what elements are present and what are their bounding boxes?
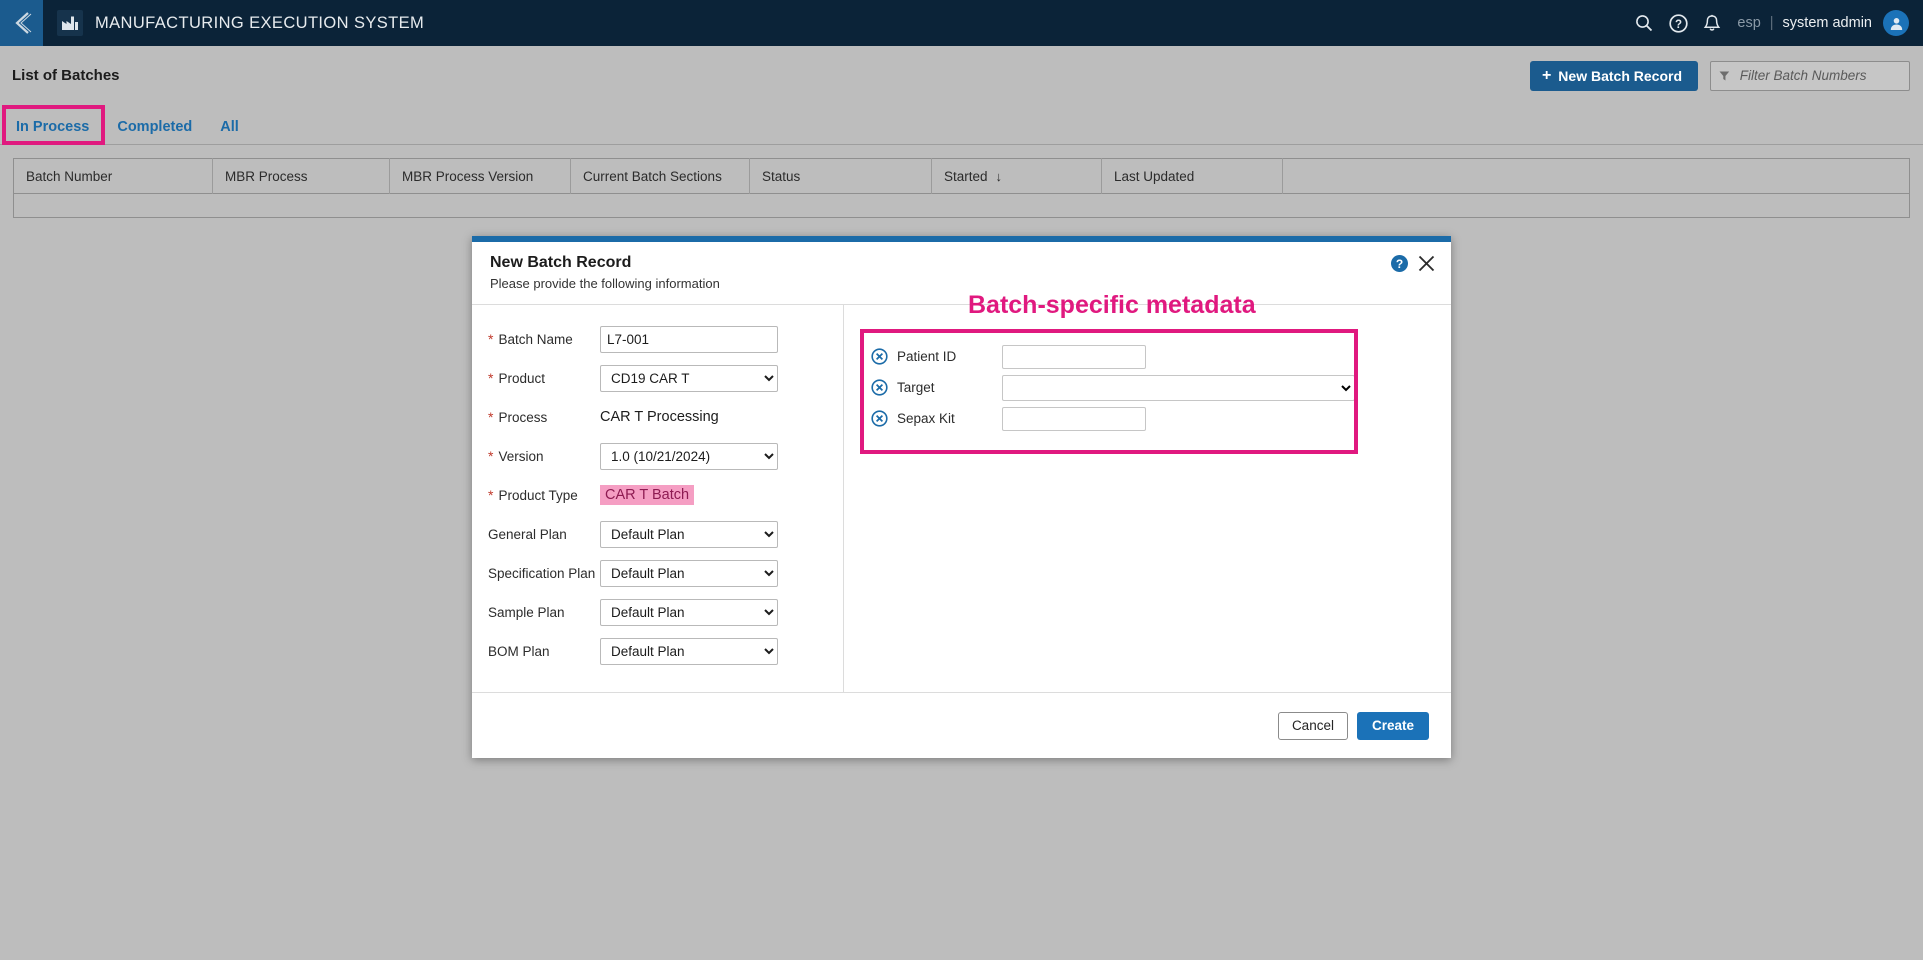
metadata-row-patient-id: Patient ID (871, 341, 1358, 372)
field-row-sample-plan: Sample Plan Default Plan (488, 596, 843, 628)
metadata-row-sepax-kit: Sepax Kit (871, 403, 1358, 434)
specification-plan-select[interactable]: Default Plan (600, 559, 778, 587)
column-header-started-label: Started (944, 168, 988, 184)
dialog-footer: Cancel Create (472, 692, 1451, 758)
circle-x-icon[interactable] (871, 379, 897, 396)
required-asterisk: * (488, 448, 494, 464)
dialog-right-metadata: Patient ID Target Sepax Kit Batch-specif… (844, 291, 1451, 692)
metadata-label-patient-id: Patient ID (897, 349, 957, 364)
required-asterisk: * (488, 370, 494, 386)
help-circle-icon[interactable]: ? (1391, 255, 1408, 272)
filter-batch-numbers-box[interactable] (1710, 60, 1910, 91)
factory-logo (57, 10, 83, 36)
batch-name-input[interactable] (600, 325, 778, 353)
chevron-left-icon (14, 12, 31, 34)
field-row-specification-plan: Specification Plan Default Plan (488, 557, 843, 589)
metadata-label-sepax-kit: Sepax Kit (897, 411, 955, 426)
new-batch-record-dialog: New Batch Record Please provide the foll… (472, 236, 1451, 758)
circle-x-icon[interactable] (871, 348, 897, 365)
new-batch-record-label: New Batch Record (1558, 67, 1682, 84)
bom-plan-select[interactable]: Default Plan (600, 637, 778, 665)
app-title: MANUFACTURING EXECUTION SYSTEM (95, 13, 425, 32)
funnel-icon (1719, 71, 1730, 80)
batch-status-tabs: In Process Completed All (0, 105, 1923, 145)
search-icon[interactable] (1627, 0, 1661, 46)
field-label-batch-name: * Batch Name (488, 331, 573, 347)
required-asterisk: * (488, 409, 494, 425)
column-header-batch-number[interactable]: Batch Number (14, 158, 212, 194)
page-title: List of Batches (12, 67, 120, 84)
user-avatar-icon[interactable] (1883, 10, 1909, 36)
language-selector[interactable]: esp (1737, 15, 1760, 31)
field-row-product: * Product CD19 CAR T (488, 362, 843, 394)
tab-completed[interactable]: Completed (103, 119, 206, 145)
sort-descending-icon: ↓ (995, 168, 1003, 184)
field-label-specification-plan: Specification Plan (488, 565, 596, 581)
sidebar-collapse-button[interactable] (0, 0, 43, 46)
dialog-subtitle: Please provide the following information (490, 276, 720, 291)
process-value: CAR T Processing (600, 409, 719, 425)
metadata-row-target: Target (871, 372, 1358, 403)
field-label-version: * Version (488, 448, 544, 464)
batch-metadata-panel: Patient ID Target Sepax Kit Batch-specif… (860, 291, 1358, 454)
field-row-general-plan: General Plan Default Plan (488, 518, 843, 550)
page-header-bar: List of Batches + New Batch Record (0, 46, 1923, 105)
patient-id-input[interactable] (1002, 344, 1146, 369)
batches-table-body (13, 194, 1910, 218)
dialog-left-form: * Batch Name * Product CD19 CAR T (472, 305, 844, 692)
general-plan-select[interactable]: Default Plan (600, 520, 778, 548)
column-header-mbr-process-version[interactable]: MBR Process Version (389, 158, 570, 194)
annotation-label-metadata: Batch-specific metadata (968, 291, 1256, 319)
cancel-button[interactable]: Cancel (1277, 711, 1348, 740)
target-select[interactable] (1002, 374, 1355, 401)
dialog-header: New Batch Record Please provide the foll… (472, 242, 1451, 304)
plus-icon: + (1541, 66, 1552, 84)
svg-text:?: ? (1675, 19, 1682, 31)
column-header-actions (1282, 158, 1642, 194)
column-header-last-updated[interactable]: Last Updated (1101, 158, 1282, 194)
field-row-process: * Process CAR T Processing (488, 401, 843, 433)
field-label-bom-plan: BOM Plan (488, 643, 550, 659)
close-x-icon[interactable] (1418, 255, 1435, 272)
product-select[interactable]: CD19 CAR T (600, 364, 778, 392)
field-label-process: * Process (488, 409, 548, 425)
dialog-title: New Batch Record (490, 254, 632, 271)
version-select[interactable]: 1.0 (10/21/2024) (600, 442, 778, 470)
user-name-label[interactable]: system admin (1783, 15, 1872, 31)
topbar-actions: ? esp | system admin (1627, 0, 1923, 46)
field-row-product-type: * Product Type CAR T Batch (488, 479, 843, 511)
sepax-kit-input[interactable] (1002, 406, 1146, 431)
topbar-separator: | (1769, 15, 1774, 31)
required-asterisk: * (488, 487, 494, 503)
column-header-started[interactable]: Started ↓ (931, 158, 1101, 194)
field-label-product-type: * Product Type (488, 487, 578, 503)
tab-all[interactable]: All (206, 119, 253, 145)
column-header-current-batch-sections[interactable]: Current Batch Sections (570, 158, 749, 194)
required-asterisk: * (488, 331, 494, 347)
factory-icon (62, 16, 78, 30)
field-label-sample-plan: Sample Plan (488, 604, 565, 620)
circle-x-icon[interactable] (871, 410, 897, 427)
new-batch-record-button[interactable]: + New Batch Record (1529, 60, 1698, 91)
column-header-status[interactable]: Status (749, 158, 931, 194)
field-row-version: * Version 1.0 (10/21/2024) (488, 440, 843, 472)
tab-in-process[interactable]: In Process (0, 119, 103, 145)
field-row-bom-plan: BOM Plan Default Plan (488, 635, 843, 667)
dialog-body: * Batch Name * Product CD19 CAR T (472, 291, 1451, 692)
field-row-batch-name: * Batch Name (488, 323, 843, 355)
page-header-actions: + New Batch Record (1529, 60, 1923, 91)
batches-table-header: Batch Number MBR Process MBR Process Ver… (13, 158, 1910, 194)
sample-plan-select[interactable]: Default Plan (600, 598, 778, 626)
field-label-product: * Product (488, 370, 545, 386)
metadata-label-target: Target (897, 380, 935, 395)
product-type-value-highlighted: CAR T Batch (600, 485, 695, 505)
field-label-general-plan: General Plan (488, 526, 567, 542)
filter-batch-numbers-input[interactable] (1737, 67, 1901, 84)
dialog-header-icons: ? (1391, 255, 1435, 272)
create-button[interactable]: Create (1356, 711, 1429, 740)
bell-icon[interactable] (1695, 0, 1729, 46)
column-header-mbr-process[interactable]: MBR Process (212, 158, 389, 194)
top-navbar: MANUFACTURING EXECUTION SYSTEM ? esp | s… (0, 0, 1923, 46)
help-circle-icon[interactable]: ? (1661, 0, 1695, 46)
